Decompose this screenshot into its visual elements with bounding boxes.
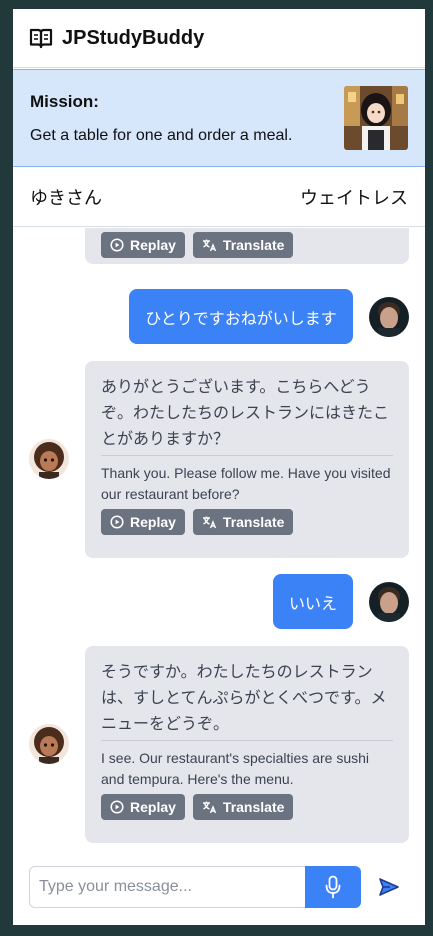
replay-button[interactable]: Replay [101, 794, 185, 820]
translate-button[interactable]: Translate [192, 509, 294, 535]
partner-message: ありがとうございます。こちらへどうぞ。わたしたちのレストランにはきたことがありま… [85, 361, 409, 558]
send-button[interactable] [375, 872, 403, 902]
play-circle-icon [110, 238, 124, 252]
app-header: JPStudyBuddy [13, 9, 425, 68]
translate-button[interactable]: Translate [192, 232, 294, 258]
open-book-icon [29, 27, 53, 49]
chat-log[interactable]: Replay Translate ひとりですおねがいします ありがとうございます… [13, 228, 425, 848]
translate-icon [202, 801, 217, 814]
mission-panel: Mission: Get a table for one and order a… [13, 69, 425, 167]
partner-message-english: Thank you. Please follow me. Have you vi… [101, 465, 391, 502]
user-message: ひとりですおねがいします [129, 289, 353, 344]
app-window: JPStudyBuddy Mission: Get a table for on… [13, 9, 425, 925]
app-title: JPStudyBuddy [62, 26, 205, 49]
user-avatar [369, 297, 409, 337]
user-name: ゆきさん [30, 188, 102, 208]
partner-message: Replay Translate [85, 228, 409, 264]
replay-button[interactable]: Replay [101, 509, 185, 535]
send-icon [379, 878, 399, 896]
user-avatar [369, 582, 409, 622]
partner-message-japanese: ありがとうございます。こちらへどうぞ。わたしたちのレストランにはきたことがありま… [101, 379, 390, 448]
play-circle-icon [110, 515, 124, 529]
partner-name: ウェイトレス [300, 188, 408, 208]
partner-message-japanese: そうですか。わたしたちのレストランは、すしとてんぷらがとくべつです。メニューをど… [101, 664, 387, 733]
mission-text: Get a table for one and order a meal. [30, 127, 293, 144]
translate-label: Translate [222, 799, 285, 815]
partner-message-english: I see. Our restaurant's specialties are … [101, 750, 370, 787]
play-circle-icon [110, 800, 124, 814]
translate-icon [202, 516, 217, 529]
partner-message: そうですか。わたしたちのレストランは、すしとてんぷらがとくべつです。メニューをど… [85, 646, 409, 843]
replay-label: Replay [130, 799, 176, 815]
user-message: いいえ [273, 574, 353, 629]
message-input[interactable] [29, 866, 305, 908]
microphone-button[interactable] [305, 866, 361, 908]
translate-button[interactable]: Translate [192, 794, 294, 820]
partner-avatar [29, 439, 69, 479]
replay-label: Replay [130, 514, 176, 530]
replay-label: Replay [130, 237, 176, 253]
replay-button[interactable]: Replay [101, 232, 185, 258]
translate-label: Translate [222, 237, 285, 253]
message-composer [13, 848, 425, 925]
waitress-thumbnail [344, 86, 408, 150]
microphone-icon [325, 875, 341, 899]
user-message-text: ひとりですおねがいします [145, 310, 337, 328]
user-message-text: いいえ [288, 595, 337, 613]
partner-avatar [29, 724, 69, 764]
mission-label: Mission: [30, 92, 99, 111]
translate-label: Translate [222, 514, 285, 530]
speakers-bar: ゆきさん ウェイトレス [13, 168, 425, 227]
translate-icon [202, 239, 217, 252]
